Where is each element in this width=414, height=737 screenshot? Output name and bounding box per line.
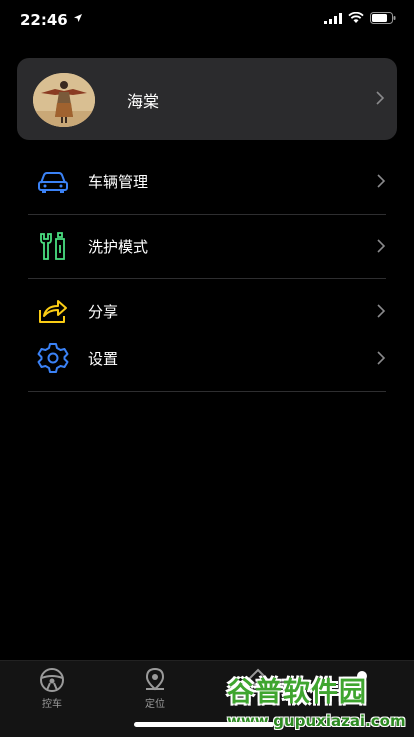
avatar-image	[33, 73, 95, 127]
chevron-right-icon	[377, 351, 386, 365]
divider	[28, 278, 386, 279]
home-indicator[interactable]	[134, 722, 274, 727]
menu-item-label: 设置	[88, 350, 119, 368]
wrench-icon	[40, 232, 65, 260]
tab-label: 控车	[42, 699, 62, 710]
location-arrow-icon	[74, 14, 82, 22]
chevron-right-icon	[377, 304, 386, 318]
tab-label: 定位	[145, 699, 165, 710]
tab-vehicle-control[interactable]: 控车	[22, 667, 82, 710]
avatar[interactable]	[33, 73, 95, 127]
tab-location[interactable]: 定位	[125, 667, 185, 710]
share-icon	[39, 300, 67, 323]
profile-card[interactable]: 海棠	[17, 58, 397, 140]
status-bar: 22:46	[0, 0, 414, 40]
steering-wheel-icon	[40, 668, 64, 692]
divider	[28, 391, 386, 392]
wifi-icon	[348, 12, 364, 23]
chevron-right-icon	[377, 174, 386, 188]
profile-name: 海棠	[127, 92, 160, 111]
location-pin-icon	[145, 667, 165, 691]
menu-item-vehicle-management[interactable]: 车辆管理	[28, 150, 386, 214]
watermark-title: 谷普软件园	[227, 677, 367, 708]
status-time: 22:46	[20, 11, 68, 29]
chevron-right-icon	[376, 91, 385, 105]
menu-item-label: 分享	[88, 303, 119, 321]
menu-item-label: 车辆管理	[88, 173, 149, 191]
chevron-right-icon	[377, 239, 386, 253]
battery-icon	[370, 12, 396, 24]
watermark-url: www.gupuxiazai.com	[227, 712, 406, 730]
menu-item-settings[interactable]: 设置	[28, 327, 386, 391]
status-indicators	[324, 12, 396, 24]
signal-icon	[324, 12, 342, 24]
gear-icon	[37, 343, 69, 373]
menu-item-wash-mode[interactable]: 洗护模式	[28, 215, 386, 279]
car-icon	[38, 172, 68, 193]
menu-item-label: 洗护模式	[88, 238, 149, 256]
